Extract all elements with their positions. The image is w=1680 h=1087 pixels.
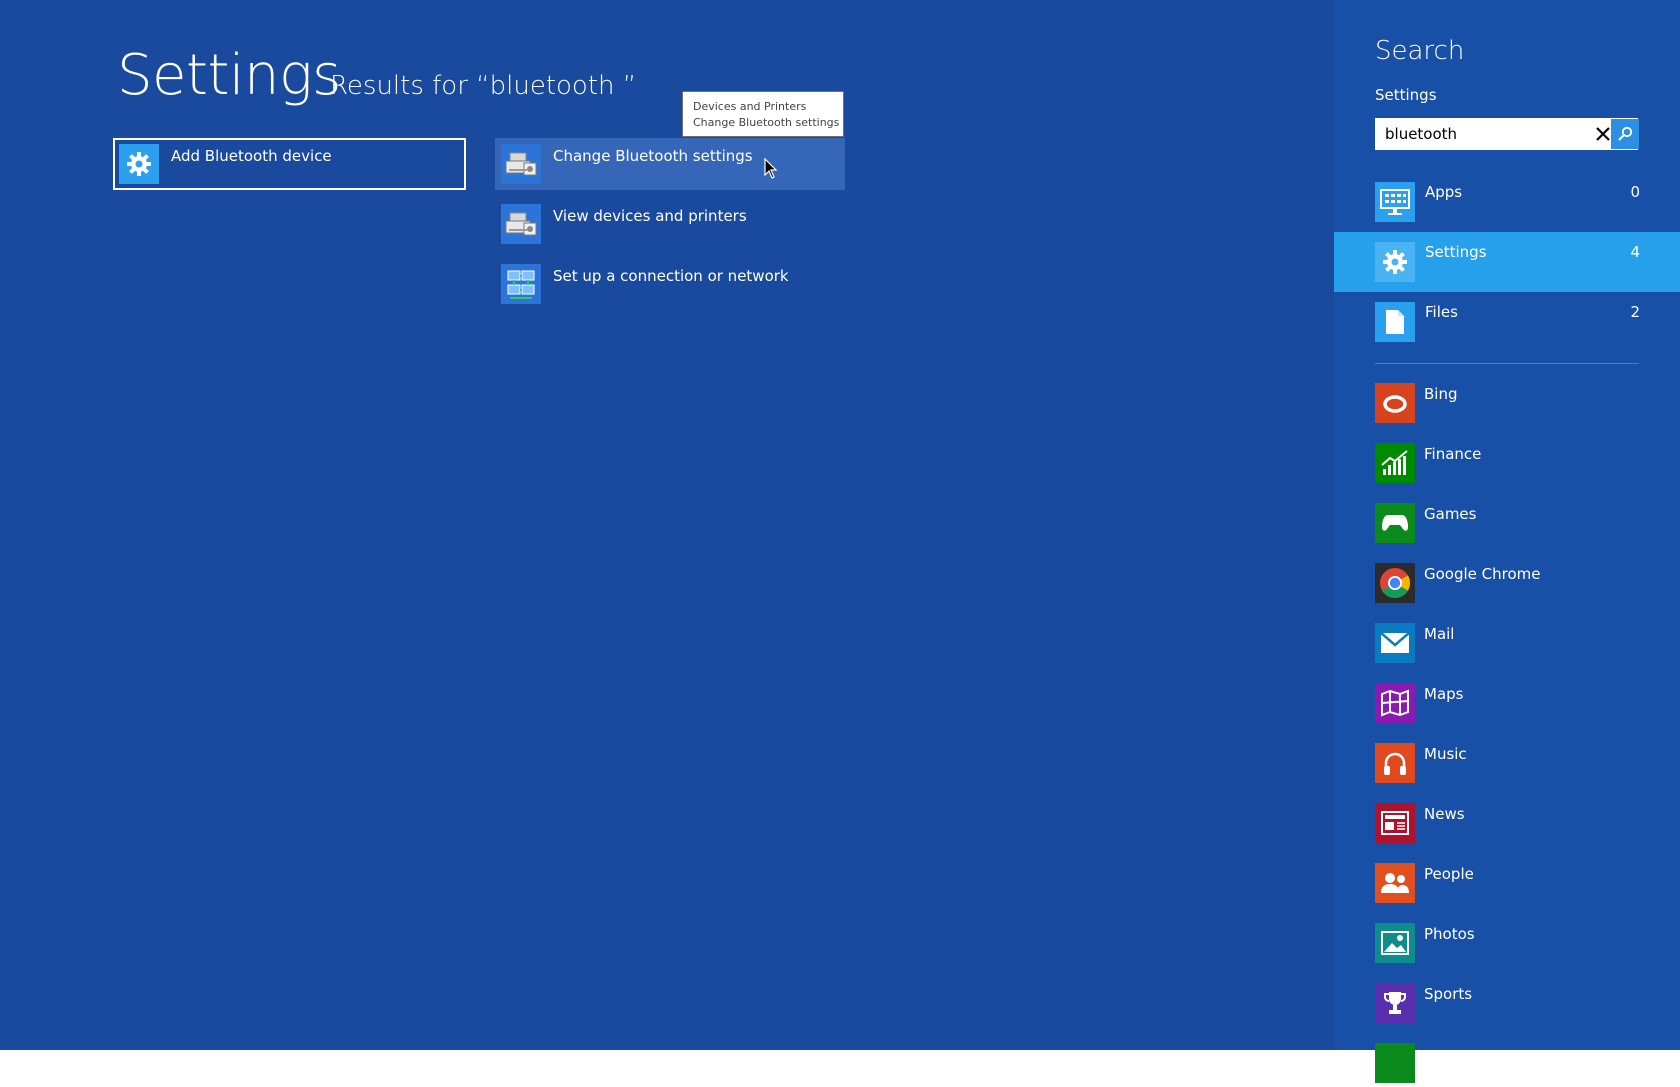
app-finance[interactable]: Finance xyxy=(1375,443,1645,487)
maps-icon xyxy=(1375,683,1415,723)
chrome-icon xyxy=(1375,563,1415,603)
app-label: Games xyxy=(1424,505,1477,523)
app-photos[interactable]: Photos xyxy=(1375,923,1645,967)
app-label: Music xyxy=(1424,745,1467,763)
app-people[interactable]: People xyxy=(1375,863,1645,907)
divider xyxy=(1375,363,1639,364)
app-label: Bing xyxy=(1424,385,1458,403)
tooltip: Devices and Printers Change Bluetooth se… xyxy=(682,91,844,137)
file-icon xyxy=(1375,302,1415,342)
result-set-up-connection[interactable]: Set up a connection or network xyxy=(495,258,845,310)
app-label: Sports xyxy=(1424,985,1473,1003)
result-label: View devices and printers xyxy=(553,207,747,225)
sports-icon xyxy=(1375,983,1415,1023)
scope-label: Settings xyxy=(1425,243,1487,261)
result-label: Set up a connection or network xyxy=(553,267,789,285)
search-pane-title: Search xyxy=(1375,36,1465,66)
app-mail[interactable]: Mail xyxy=(1375,623,1645,667)
tooltip-line: Devices and Printers xyxy=(693,100,807,113)
app-bing[interactable]: Bing xyxy=(1375,383,1645,427)
results-for-label: Results for “bluetooth ” xyxy=(330,71,637,101)
mail-icon xyxy=(1375,623,1415,663)
music-icon xyxy=(1375,743,1415,783)
devices-printers-icon xyxy=(501,144,541,184)
gear-icon xyxy=(119,144,159,184)
app-label: Google Chrome xyxy=(1424,565,1541,583)
scope-label: Files xyxy=(1425,303,1458,321)
app-sports[interactable]: Sports xyxy=(1375,983,1645,1027)
result-change-bluetooth-settings[interactable]: Change Bluetooth settings xyxy=(495,138,845,190)
news-icon xyxy=(1375,803,1415,843)
photos-icon xyxy=(1375,923,1415,963)
app-games[interactable]: Games xyxy=(1375,503,1645,547)
network-icon xyxy=(501,264,541,304)
results-area: Settings Results for “bluetooth ” Add Bl… xyxy=(0,0,1334,1050)
app-maps[interactable]: Maps xyxy=(1375,683,1645,727)
app-google-chrome[interactable]: Google Chrome xyxy=(1375,563,1645,607)
result-label: Change Bluetooth settings xyxy=(553,147,753,165)
tooltip-line: Change Bluetooth settings xyxy=(693,116,840,129)
apps-icon xyxy=(1375,182,1415,222)
result-add-bluetooth-device[interactable]: Add Bluetooth device xyxy=(113,138,466,190)
app-label: Mail xyxy=(1424,625,1455,643)
app-music[interactable]: Music xyxy=(1375,743,1645,787)
search-button[interactable] xyxy=(1611,119,1639,149)
search-scope-label: Settings xyxy=(1375,86,1437,104)
scope-count: 4 xyxy=(1630,243,1640,261)
gear-icon xyxy=(1375,242,1415,282)
scope-settings[interactable]: Settings 4 xyxy=(1334,232,1680,292)
bing-icon xyxy=(1375,383,1415,423)
devices-printers-icon xyxy=(501,204,541,244)
app-label: Maps xyxy=(1424,685,1464,703)
close-icon xyxy=(1596,127,1610,141)
scope-files[interactable]: Files 2 xyxy=(1334,292,1680,352)
app-label: Finance xyxy=(1424,445,1482,463)
scope-label: Apps xyxy=(1425,183,1463,201)
app-label: People xyxy=(1424,865,1474,883)
app-news[interactable]: News xyxy=(1375,803,1645,847)
scope-count: 0 xyxy=(1630,183,1640,201)
finance-icon xyxy=(1375,443,1415,483)
scope-count: 2 xyxy=(1630,303,1640,321)
mouse-cursor-icon xyxy=(764,157,778,184)
result-label: Add Bluetooth device xyxy=(171,147,332,165)
app-label: News xyxy=(1424,805,1465,823)
app-label: Photos xyxy=(1424,925,1475,943)
result-view-devices-and-printers[interactable]: View devices and printers xyxy=(495,198,845,250)
app-tile-icon xyxy=(1375,1043,1415,1083)
page-title: Settings xyxy=(117,43,341,108)
scope-apps[interactable]: Apps 0 xyxy=(1334,172,1680,232)
search-icon xyxy=(1618,126,1633,141)
people-icon xyxy=(1375,863,1415,903)
games-icon xyxy=(1375,503,1415,543)
search-input[interactable] xyxy=(1375,118,1605,150)
